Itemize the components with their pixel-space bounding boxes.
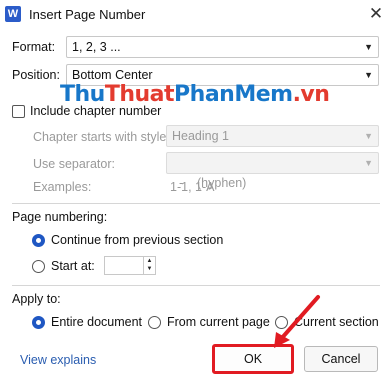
annotation-arrow-icon [274,295,320,348]
